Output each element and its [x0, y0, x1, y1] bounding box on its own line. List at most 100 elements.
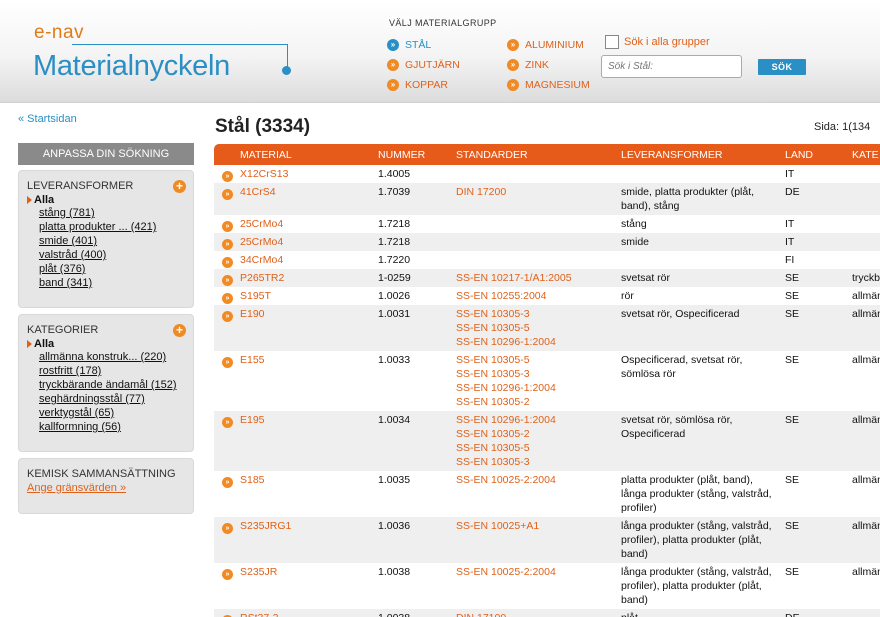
standard-link[interactable]: DIN 17200 [456, 185, 613, 199]
table-row[interactable]: » S195T 1.0026 SS-EN 10255:2004 rör SE allmän [214, 287, 880, 305]
open-details-icon[interactable]: » [222, 357, 233, 368]
material-link[interactable]: RSt37-2 [236, 609, 374, 617]
material-link[interactable]: X12CrS13 [236, 165, 374, 183]
material-link[interactable]: S185 [236, 471, 374, 517]
plus-icon[interactable]: + [173, 324, 186, 337]
group-magnesium-link[interactable]: » MAGNESIUM [507, 79, 590, 91]
col-header-kategori[interactable]: KATE [848, 144, 880, 165]
col-header-leveransformer[interactable]: LEVERANSFORMER [617, 144, 781, 165]
filter-item-band[interactable]: band (341) [39, 276, 185, 290]
table-row[interactable]: » E195 1.0034 SS-EN 10296-1:2004 SS-EN 10305… [214, 411, 880, 471]
search-all-groups-checkbox[interactable] [605, 35, 619, 49]
material-link[interactable]: S235JR [236, 563, 374, 609]
filter-item-platta-produkter[interactable]: platta produkter ... (421) [39, 220, 185, 234]
filter-item-tryckbarande[interactable]: tryckbärande ändamål (152) [39, 378, 185, 392]
standard-link[interactable]: DIN 17100 [456, 611, 613, 617]
standarder-cell: SS-EN 10305-3 SS-EN 10305-5 SS-EN 10296-1:… [452, 305, 617, 351]
open-details-icon[interactable]: » [222, 275, 233, 286]
standard-link[interactable]: SS-EN 10305-5 [456, 321, 613, 335]
table-row[interactable]: » E155 1.0033 SS-EN 10305-5 SS-EN 10305-3 SS-… [214, 351, 880, 411]
kategorier-list: allmänna konstruk... (220) rostfritt (17… [39, 350, 185, 434]
filter-all-selected[interactable]: Alla [27, 194, 185, 206]
open-details-icon[interactable]: » [222, 257, 233, 268]
back-to-start-link[interactable]: « Startsidan [18, 113, 77, 125]
plus-icon[interactable]: + [173, 180, 186, 193]
open-details-icon[interactable]: » [222, 417, 233, 428]
filter-item-smide[interactable]: smide (401) [39, 234, 185, 248]
standard-link[interactable]: SS-EN 10025-2:2004 [456, 473, 613, 487]
table-row[interactable]: » E190 1.0031 SS-EN 10305-3 SS-EN 10305-5 SS-… [214, 305, 880, 351]
standard-link[interactable]: SS-EN 10296-1:2004 [456, 381, 613, 395]
standard-link[interactable]: SS-EN 10305-2 [456, 427, 613, 441]
standard-link[interactable]: SS-EN 10305-2 [456, 395, 613, 409]
group-zink-link[interactable]: » ZINK [507, 59, 549, 71]
open-details-icon[interactable]: » [222, 477, 233, 488]
search-all-groups-option[interactable]: Sök i alla grupper [605, 35, 710, 49]
standard-link[interactable]: SS-EN 10296-1:2004 [456, 335, 613, 349]
open-details-icon[interactable]: » [222, 569, 233, 580]
material-link[interactable]: E155 [236, 351, 374, 411]
open-details-icon[interactable]: » [222, 239, 233, 250]
kategori-cell [848, 251, 880, 269]
filter-item-kallformning[interactable]: kallformning (56) [39, 420, 185, 434]
col-header-land[interactable]: LAND [781, 144, 848, 165]
filter-item-allmanna[interactable]: allmänna konstruk... (220) [39, 350, 185, 364]
material-link[interactable]: S195T [236, 287, 374, 305]
col-header-standarder[interactable]: STANDARDER [452, 144, 617, 165]
material-link[interactable]: P265TR2 [236, 269, 374, 287]
col-header-nummer[interactable]: NUMMER [374, 144, 452, 165]
open-details-icon[interactable]: » [222, 189, 233, 200]
table-row[interactable]: » 25CrMo4 1.7218 smide IT [214, 233, 880, 251]
open-details-icon[interactable]: » [222, 523, 233, 534]
filter-item-verktygstal[interactable]: verktygstål (65) [39, 406, 185, 420]
filter-item-stang[interactable]: stång (781) [39, 206, 185, 220]
table-row[interactable]: » S235JR 1.0038 SS-EN 10025-2:2004 långa pro… [214, 563, 880, 609]
open-details-icon[interactable]: » [222, 221, 233, 232]
material-link[interactable]: 41CrS4 [236, 183, 374, 215]
leveransformer-cell: svetsat rör [617, 269, 781, 287]
filter-item-rostfritt[interactable]: rostfritt (178) [39, 364, 185, 378]
material-link[interactable]: S235JRG1 [236, 517, 374, 563]
group-aluminium-link[interactable]: » ALUMINIUM [507, 39, 584, 51]
standard-link[interactable]: SS-EN 10025-2:2004 [456, 565, 613, 579]
standard-link[interactable]: SS-EN 10255:2004 [456, 289, 613, 303]
standard-link[interactable]: SS-EN 10305-5 [456, 441, 613, 455]
standard-link[interactable]: SS-EN 10296-1:2004 [456, 413, 613, 427]
standard-link[interactable]: SS-EN 10305-3 [456, 367, 613, 381]
filter-all-selected[interactable]: Alla [27, 338, 185, 350]
material-link[interactable]: 34CrMo4 [236, 251, 374, 269]
open-details-icon[interactable]: » [222, 311, 233, 322]
standard-link[interactable]: SS-EN 10305-5 [456, 353, 613, 367]
land-cell: SE [785, 308, 800, 320]
table-row[interactable]: » X12CrS13 1.4005 IT [214, 165, 880, 183]
material-link[interactable]: 25CrMo4 [236, 233, 374, 251]
col-header-material[interactable]: MATERIAL [236, 144, 374, 165]
table-row[interactable]: » P265TR2 1-0259 SS-EN 10217-1/A1:2005 svets… [214, 269, 880, 287]
material-link[interactable]: 25CrMo4 [236, 215, 374, 233]
filter-item-seghardning[interactable]: seghärdningsstål (77) [39, 392, 185, 406]
filter-item-valstrad[interactable]: valstråd (400) [39, 248, 185, 262]
group-koppar-link[interactable]: » KOPPAR [387, 79, 448, 91]
open-details-icon[interactable]: » [222, 171, 233, 182]
set-limits-link[interactable]: Ange gränsvärden » [27, 482, 185, 494]
search-input[interactable] [601, 55, 742, 78]
standard-link[interactable]: SS-EN 10305-3 [456, 307, 613, 321]
open-details-icon[interactable]: » [222, 293, 233, 304]
material-link[interactable]: E195 [236, 411, 374, 471]
table-row[interactable]: » 25CrMo4 1.7218 stång IT [214, 215, 880, 233]
material-link[interactable]: E190 [236, 305, 374, 351]
standard-link[interactable]: SS-EN 10025+A1 [456, 519, 613, 533]
table-row[interactable]: » S235JRG1 1.0036 SS-EN 10025+A1 långa produ… [214, 517, 880, 563]
table-row[interactable]: » 41CrS4 1.7039 DIN 17200 smide, platta prod… [214, 183, 880, 215]
group-gjutjarn-link[interactable]: » GJUTJÄRN [387, 59, 460, 71]
group-stal-link[interactable]: » STÅL [387, 39, 431, 51]
site-logo-materialnyckeln[interactable]: Materialnyckeln [33, 50, 230, 83]
table-row[interactable]: »RSt37-21.0038 DIN 17100 plåt DE [214, 609, 880, 617]
filter-item-plat[interactable]: plåt (376) [39, 262, 185, 276]
table-row[interactable]: » 34CrMo4 1.7220 FI [214, 251, 880, 269]
search-button[interactable]: SÖK [758, 59, 806, 75]
standard-link[interactable]: SS-EN 10305-3 [456, 455, 613, 469]
table-row[interactable]: » S185 1.0035 SS-EN 10025-2:2004 platta prod… [214, 471, 880, 517]
enav-logo[interactable]: e-nav [34, 22, 84, 44]
standard-link[interactable]: SS-EN 10217-1/A1:2005 [456, 271, 613, 285]
